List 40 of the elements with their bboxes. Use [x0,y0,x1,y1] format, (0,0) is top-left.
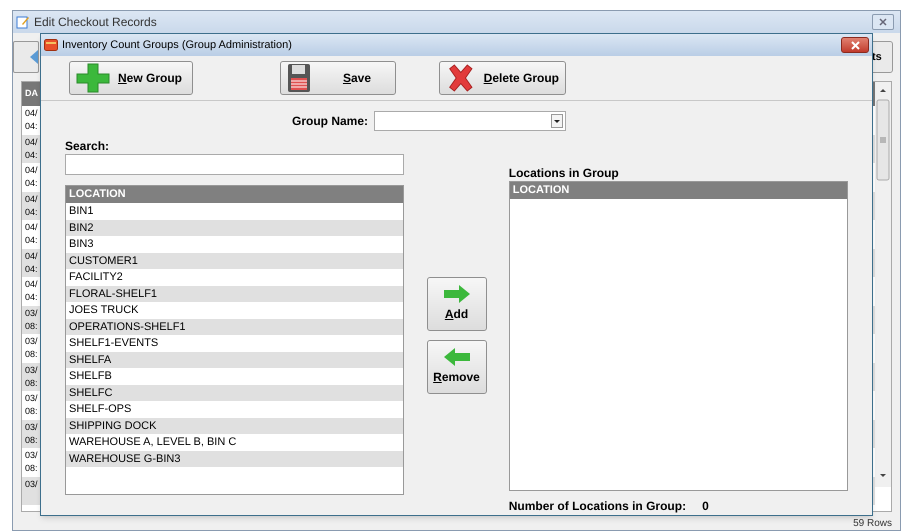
right-arrow-icon [442,285,470,303]
toolbar-button[interactable]: Delete Group [439,61,566,95]
list-item[interactable]: FLORAL-SHELF1 [66,286,404,302]
count-value: 0 [702,498,709,515]
count-label: Number of Locations in Group: [508,498,686,515]
section-title: Locations in Group [508,165,620,180]
list-item[interactable]: SHIPPING DOCK [66,418,404,434]
vertical-scrollbar[interactable] [875,82,891,487]
column-header: LOCATION [66,186,404,203]
app-icon [44,39,58,51]
left-arrow-icon [442,348,470,366]
search-field[interactable] [65,154,404,175]
list-item[interactable]: SHELFC [66,384,404,401]
group-name-dropdown[interactable] [374,111,566,131]
close-icon [879,18,887,26]
column-header: LOCATION [510,182,847,199]
list-item[interactable]: BIN2 [66,220,404,236]
arrow-icon [28,50,38,64]
close-icon [850,40,860,50]
list-item[interactable]: WAREHOUSE G-BIN3 [66,450,404,467]
dialog-title: Inventory Count Groups (Group Administration) [62,38,293,53]
add-button[interactable]: Add [426,277,486,331]
toolbar-button[interactable]: New Group [69,61,193,95]
close-button[interactable] [872,14,894,30]
toolbar-button[interactable]: ts [871,41,893,73]
location-list[interactable]: LOCATION BIN1 BIN2 BIN3 CUSTOMER1 FACILITY2 FLORAL-SHELF1 JOES TRUCK OPERATIONS-SHELF1 SHELF1-EVENTS SHELFA SHELFB SHELFC SHELF-OPS SHIPPING DOCK WAREHOUSE A, LEVEL B, BIN C WAREHOUSE G-BIN3 [65,185,404,495]
window-title: Edit Checkout Records [34,14,158,31]
group-location-list[interactable]: LOCATION [508,181,848,491]
remove-button[interactable]: Remove [426,340,486,394]
toolbar-button[interactable]: Save [280,61,396,95]
plus-icon [76,63,110,93]
search-label: Search: [65,138,110,153]
list-item[interactable]: OPERATIONS-SHELF1 [66,318,404,335]
list-item[interactable]: CUSTOMER1 [66,252,404,269]
notepad-icon [16,15,30,29]
toolbar-button[interactable] [13,41,39,73]
row-count: 59 Rows [853,517,892,530]
group-name-label: Group Name: [292,113,368,130]
close-button[interactable] [841,37,869,53]
list-item[interactable]: SHELFA [66,352,404,368]
